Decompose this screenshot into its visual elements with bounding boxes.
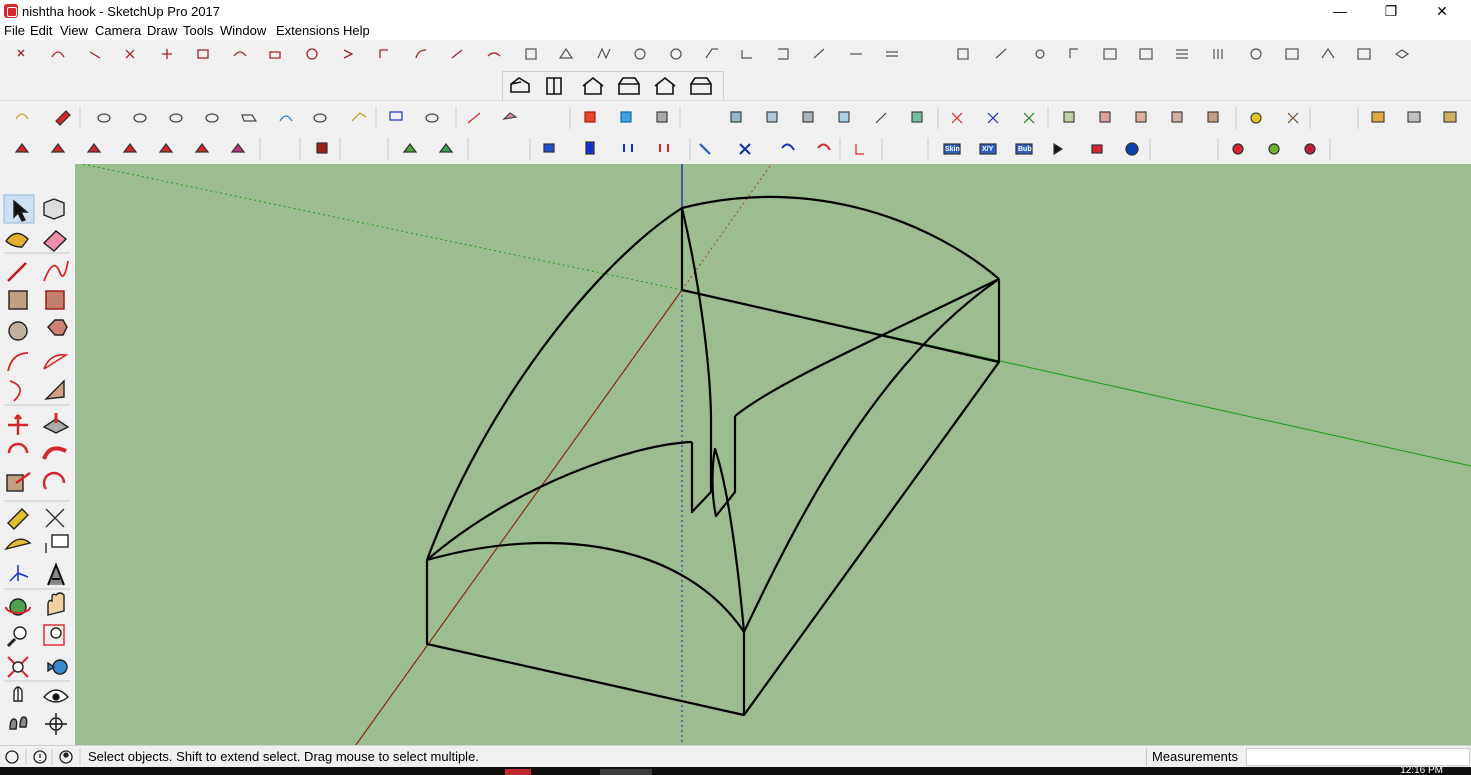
green-axis-negative xyxy=(80,164,683,291)
standard-views-icons[interactable] xyxy=(503,72,723,100)
measurements-input[interactable] xyxy=(1246,748,1470,766)
toolbar-row-1-icons[interactable] xyxy=(0,40,1471,70)
menu-extensions[interactable]: Extensions xyxy=(276,23,340,38)
menu-bar: File Edit View Camera Draw Tools Window … xyxy=(0,22,1471,40)
title-bar: nishtha hook - SketchUp Pro 2017 — ❐ ✕ xyxy=(0,0,1471,22)
red-axis-positive xyxy=(355,289,683,745)
toolbar-row-3-icons[interactable] xyxy=(0,101,1471,133)
sketchup-logo-icon xyxy=(4,4,18,18)
status-icons[interactable] xyxy=(2,747,82,767)
views-toolbar xyxy=(502,71,724,101)
toolbar-row-3 xyxy=(0,100,1471,133)
menu-edit[interactable]: Edit xyxy=(30,23,52,38)
svg-text:X/Y: X/Y xyxy=(982,146,994,153)
left-tool-palette xyxy=(0,193,75,745)
menu-view[interactable]: View xyxy=(60,23,88,38)
menu-camera[interactable]: Camera xyxy=(95,23,141,38)
toolbar-row-2 xyxy=(0,70,1471,101)
left-tool-icons[interactable] xyxy=(0,193,75,745)
close-button[interactable]: ✕ xyxy=(1419,2,1465,20)
status-hint: Select objects. Shift to extend select. … xyxy=(88,749,479,764)
toolbar-row-4-icons[interactable]: Skin X/Y Bub xyxy=(0,132,1471,164)
status-divider xyxy=(1146,748,1147,766)
taskbar-clock: 12:16 PM xyxy=(1400,767,1443,775)
toolbar-row-1 xyxy=(0,40,1471,70)
model-canvas[interactable] xyxy=(75,164,1471,745)
menu-file[interactable]: File xyxy=(4,23,25,38)
measurements-label: Measurements xyxy=(1152,749,1238,764)
minimize-button[interactable]: — xyxy=(1317,2,1363,20)
menu-tools[interactable]: Tools xyxy=(183,23,213,38)
window-title: nishtha hook - SketchUp Pro 2017 xyxy=(22,4,221,19)
menu-help[interactable]: Help xyxy=(343,23,370,38)
modeling-viewport[interactable] xyxy=(75,164,1471,745)
toolbar-row-4: Skin X/Y Bub xyxy=(0,132,1471,164)
taskbar-active-app[interactable] xyxy=(600,769,652,775)
taskbar-app-icon[interactable] xyxy=(505,769,531,775)
menu-window[interactable]: Window xyxy=(220,23,266,38)
os-taskbar: 12:16 PM xyxy=(0,767,1471,775)
geo-location-icon xyxy=(5,750,19,764)
status-bar: Select objects. Shift to extend select. … xyxy=(0,745,1471,768)
menu-draw[interactable]: Draw xyxy=(147,23,177,38)
maximize-button[interactable]: ❐ xyxy=(1368,2,1414,20)
svg-text:Skin: Skin xyxy=(945,146,960,153)
hook-model-edges xyxy=(425,195,1001,717)
svg-text:Bub: Bub xyxy=(1018,146,1032,153)
